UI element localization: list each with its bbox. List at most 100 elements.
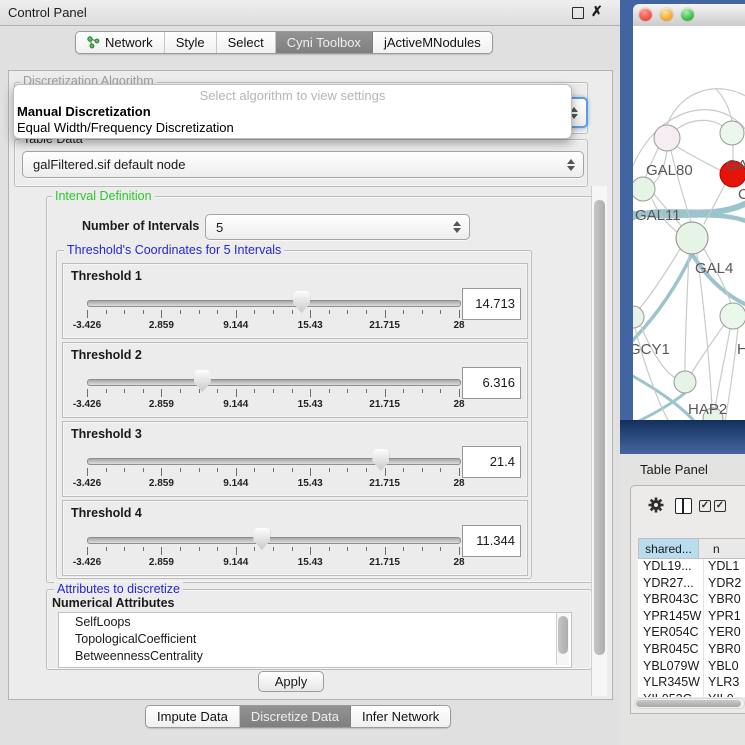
cell-shared-name: YPR145W [638, 609, 704, 626]
gray-edge[interactable] [639, 249, 680, 309]
num-intervals-value: 5 [206, 220, 452, 235]
slider-track[interactable] [87, 537, 461, 544]
gray-edge[interactable] [677, 120, 722, 129]
tab-network-label: Network [105, 35, 153, 50]
gray-edge[interactable] [691, 325, 724, 374]
close-icon[interactable]: ✗ [591, 3, 603, 20]
combo-stepper-icon [566, 159, 575, 171]
threshold-panel: Threshold 2-3.4262.8599.14415.4321.71528… [62, 342, 528, 418]
dropdown-option-manual[interactable]: Manual Discretization [17, 104, 151, 119]
tab-network[interactable]: Network [76, 32, 165, 53]
table-data-combo[interactable]: galFiltered.sif default node [22, 151, 584, 178]
table-row[interactable]: YER054CYER0 [638, 625, 745, 642]
tab-infer-network[interactable]: Infer Network [351, 706, 450, 727]
threshold-value-field[interactable]: 14.713 [462, 288, 521, 320]
node-hap2[interactable] [674, 371, 696, 393]
network-icon [87, 36, 100, 49]
network-canvas[interactable]: GAL80GACGAL11GAL4GCY1HHAP2 [633, 26, 745, 420]
cell-shared-name: YBR043C [638, 592, 704, 609]
slider-thumb[interactable] [293, 291, 310, 313]
gray-edge[interactable] [667, 89, 745, 125]
tab-select[interactable]: Select [217, 32, 276, 53]
tab-cyni-toolbox[interactable]: Cyni Toolbox [276, 32, 373, 53]
dropdown-option-equal-width[interactable]: Equal Width/Frequency Discretization [17, 120, 234, 135]
table-rows: YDL19...YDL1YDR27...YDR2YBR043CYBR0YPR14… [638, 559, 745, 697]
bottom-tab-bar: Impute Data Discretize Data Infer Networ… [145, 705, 451, 728]
table-row[interactable]: YIL052CYIL0 [638, 692, 745, 697]
minimize-light[interactable] [660, 8, 673, 21]
cell-name: YDL1 [704, 559, 745, 576]
network-window: GAL80GACGAL11GAL4GCY1HHAP2 [620, 0, 745, 454]
thresholds-group-title: Threshold's Coordinates for 5 Intervals [64, 243, 284, 257]
column-header-shared[interactable]: shared... [638, 538, 699, 559]
node-right[interactable] [720, 303, 745, 329]
slider-thumb[interactable] [194, 370, 211, 392]
gear-icon[interactable] [647, 496, 665, 514]
cell-name: YPR1 [704, 609, 745, 626]
control-panel-title: Control Panel [8, 5, 87, 20]
gray-edge[interactable] [715, 329, 730, 409]
threshold-label: Threshold 4 [71, 506, 142, 520]
cell-shared-name: YLR345W [638, 675, 704, 692]
attribute-list-item[interactable]: SelfLoops [59, 613, 571, 630]
table-row[interactable]: YBL079WYBL0 [638, 659, 745, 676]
cell-name: YBR0 [704, 592, 745, 609]
attributes-group-title: Attributes to discretize [54, 582, 183, 596]
tab-style[interactable]: Style [165, 32, 217, 53]
teal-edge[interactable] [633, 254, 692, 344]
table-row[interactable]: YDL19...YDL1 [638, 559, 745, 576]
network-window-bottom-edge [620, 420, 745, 454]
apply-button[interactable]: Apply [258, 671, 324, 692]
tab-impute-data[interactable]: Impute Data [146, 706, 240, 727]
slider-thumb[interactable] [253, 528, 270, 550]
cell-shared-name: YER054C [638, 625, 704, 642]
zoom-light[interactable] [681, 8, 694, 21]
attributes-list-scrollbar[interactable] [556, 613, 569, 665]
node-label: H [737, 341, 745, 358]
gray-edge[interactable] [685, 254, 689, 371]
node-gal80[interactable] [654, 125, 680, 151]
slider-track[interactable] [87, 379, 461, 386]
cell-name: YIL0 [704, 692, 745, 697]
screen: Control Panel ✗ Network Style Select Cyn… [0, 0, 745, 745]
control-panel-titlebar: Control Panel ✗ [0, 0, 620, 26]
table-row[interactable]: YDR27...YDR2 [638, 576, 745, 593]
dropdown-placeholder: Select algorithm to view settings [14, 88, 571, 103]
cell-name: YER0 [704, 625, 745, 642]
threshold-value-field[interactable]: 21.4 [462, 446, 521, 478]
panel-vertical-scrollbar[interactable] [591, 186, 607, 696]
close-light[interactable] [639, 8, 652, 21]
num-intervals-combo[interactable]: 5 [205, 214, 470, 240]
float-window-icon[interactable] [572, 7, 584, 19]
node-gal11[interactable] [633, 177, 655, 201]
node-gcy1[interactable] [633, 306, 644, 328]
table-row[interactable]: YBR043CYBR0 [638, 592, 745, 609]
node-label: C [738, 186, 745, 203]
table-row[interactable]: YBR045CYBR0 [638, 642, 745, 659]
slider-track[interactable] [87, 300, 461, 307]
checkbox-icon[interactable]: ✓ [699, 500, 711, 512]
attribute-list-item[interactable]: TopologicalCoefficient [59, 630, 571, 647]
checkbox-icon[interactable]: ✓ [714, 500, 726, 512]
slider-thumb[interactable] [372, 449, 389, 471]
attribute-list-item[interactable]: BetweennessCentrality [59, 647, 571, 664]
tab-discretize-data[interactable]: Discretize Data [240, 706, 351, 727]
split-view-icon[interactable] [675, 498, 692, 514]
cell-shared-name: YIL052C [638, 692, 704, 697]
threshold-value-field[interactable]: 6.316 [462, 367, 521, 399]
threshold-value-field[interactable]: 11.344 [462, 525, 521, 557]
top-tab-bar: Network Style Select Cyni Toolbox jActiv… [75, 31, 493, 54]
table-row[interactable]: YPR145WYPR1 [638, 609, 745, 626]
node-gal4[interactable] [676, 222, 708, 254]
slider-track[interactable] [87, 458, 461, 465]
table-horizontal-scrollbar[interactable] [634, 698, 745, 709]
table-row[interactable]: YLR345WYLR3 [638, 675, 745, 692]
node-top-right[interactable] [720, 121, 744, 145]
node-label: GCY1 [633, 341, 670, 358]
column-header-name[interactable]: n [698, 538, 745, 559]
tab-jactivemnodules[interactable]: jActiveMNodules [373, 32, 492, 53]
table-panel-inner: ✓ ✓ shared... n YDL19...YDL1YDR27...YDR2… [630, 485, 745, 714]
numerical-attributes-label: Numerical Attributes [52, 596, 174, 610]
cell-shared-name: YBR045C [638, 642, 704, 659]
node-label: GA [726, 157, 745, 174]
